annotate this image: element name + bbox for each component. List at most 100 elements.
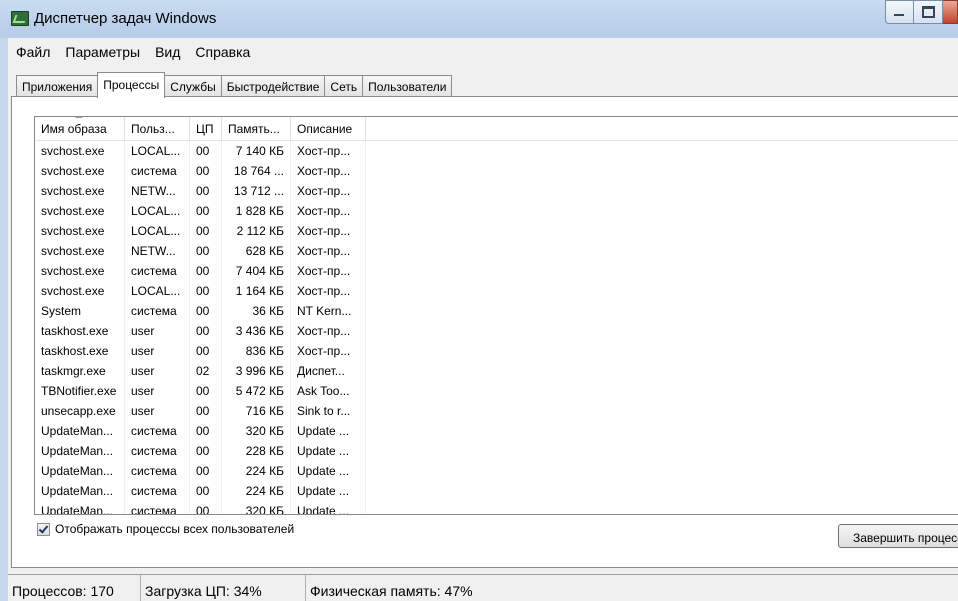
process-description: Sink to r...	[291, 401, 366, 421]
process-name: svchost.exe	[35, 241, 125, 261]
tab-processes[interactable]: Процессы	[97, 72, 166, 98]
process-description: Хост-пр...	[291, 221, 366, 241]
menu-view[interactable]: Вид	[147, 40, 187, 64]
table-row[interactable]: svchost.exe NETW... 00 13 712 ... Хост-пр...	[35, 181, 958, 201]
process-cpu: 02	[190, 361, 222, 381]
table-row[interactable]: taskhost.exe user 00 3 436 КБ Хост-пр...	[35, 321, 958, 341]
process-user: система	[125, 441, 190, 461]
menu-file[interactable]: Файл	[8, 40, 57, 64]
process-cpu: 00	[190, 221, 222, 241]
table-row[interactable]: taskhost.exe user 00 836 КБ Хост-пр...	[35, 341, 958, 361]
column-description[interactable]: Описание	[291, 117, 366, 140]
process-cpu: 00	[190, 341, 222, 361]
task-manager-icon	[11, 11, 29, 26]
process-memory: 628 КБ	[222, 241, 291, 261]
process-user: система	[125, 481, 190, 501]
menu-bar: Файл Параметры Вид Справка	[8, 40, 257, 64]
table-row[interactable]: svchost.exe система 00 7 404 КБ Хост-пр...	[35, 261, 958, 281]
process-cpu: 00	[190, 301, 222, 321]
table-row[interactable]: TBNotifier.exe user 00 5 472 КБ Ask Too...	[35, 381, 958, 401]
column-image-name[interactable]: Имя образа	[35, 117, 125, 140]
process-user: user	[125, 341, 190, 361]
process-user: NETW...	[125, 241, 190, 261]
process-description: Update ...	[291, 501, 366, 514]
process-description: Ask Too...	[291, 381, 366, 401]
tab-networking[interactable]: Сеть	[324, 75, 364, 97]
process-memory: 320 КБ	[222, 421, 291, 441]
process-description: Update ...	[291, 461, 366, 481]
process-list[interactable]: Имя образа Польз... ЦП Память... Описани…	[34, 116, 958, 515]
column-memory[interactable]: Память...	[222, 117, 291, 140]
table-row[interactable]: svchost.exe LOCAL... 00 7 140 КБ Хост-пр...	[35, 141, 958, 161]
process-user: LOCAL...	[125, 141, 190, 161]
table-row[interactable]: UpdateMan... система 00 320 КБ Update ...	[35, 501, 958, 514]
table-row[interactable]: svchost.exe LOCAL... 00 1 828 КБ Хост-пр...	[35, 201, 958, 221]
process-name: svchost.exe	[35, 161, 125, 181]
column-cpu[interactable]: ЦП	[190, 117, 222, 140]
tab-performance[interactable]: Быстродействие	[220, 75, 326, 97]
process-cpu: 00	[190, 241, 222, 261]
process-memory: 836 КБ	[222, 341, 291, 361]
process-user: LOCAL...	[125, 221, 190, 241]
menu-help[interactable]: Справка	[187, 40, 257, 64]
table-row[interactable]: svchost.exe система 00 18 764 ... Хост-пр...	[35, 161, 958, 181]
tab-users[interactable]: Пользователи	[362, 75, 453, 97]
table-row[interactable]: taskmgr.exe user 02 3 996 КБ Диспет...	[35, 361, 958, 381]
tab-applications[interactable]: Приложения	[16, 75, 99, 97]
processes-panel: Имя образа Польз... ЦП Память... Описани…	[11, 96, 958, 568]
sort-arrow-icon	[75, 117, 83, 118]
process-memory: 716 КБ	[222, 401, 291, 421]
process-cpu: 00	[190, 501, 222, 514]
process-name: UpdateMan...	[35, 501, 125, 514]
process-description: Update ...	[291, 421, 366, 441]
table-row[interactable]: UpdateMan... система 00 224 КБ Update ...	[35, 481, 958, 501]
process-name: TBNotifier.exe	[35, 381, 125, 401]
process-cpu: 00	[190, 441, 222, 461]
column-image-name-label: Имя образа	[41, 122, 107, 136]
table-row[interactable]: System система 00 36 КБ NT Kern...	[35, 301, 958, 321]
show-all-users-option[interactable]: Отображать процессы всех пользователей	[37, 522, 294, 536]
process-cpu: 00	[190, 401, 222, 421]
process-user: система	[125, 161, 190, 181]
process-name: taskhost.exe	[35, 321, 125, 341]
process-memory: 36 КБ	[222, 301, 291, 321]
process-user: user	[125, 361, 190, 381]
status-process-count: Процессов: 170	[8, 575, 141, 601]
process-cpu: 00	[190, 181, 222, 201]
process-memory: 18 764 ...	[222, 161, 291, 181]
process-name: svchost.exe	[35, 261, 125, 281]
maximize-button[interactable]	[914, 0, 943, 24]
process-name: svchost.exe	[35, 201, 125, 221]
table-row[interactable]: svchost.exe NETW... 00 628 КБ Хост-пр...	[35, 241, 958, 261]
process-memory: 13 712 ...	[222, 181, 291, 201]
table-row[interactable]: UpdateMan... система 00 320 КБ Update ...	[35, 421, 958, 441]
table-row[interactable]: UpdateMan... система 00 228 КБ Update ...	[35, 441, 958, 461]
tab-services[interactable]: Службы	[164, 75, 222, 97]
process-cpu: 00	[190, 381, 222, 401]
process-description: Хост-пр...	[291, 141, 366, 161]
minimize-button[interactable]	[885, 0, 914, 24]
process-name: svchost.exe	[35, 221, 125, 241]
show-all-users-checkbox[interactable]	[37, 522, 50, 536]
close-button[interactable]	[943, 0, 958, 24]
show-all-users-label[interactable]: Отображать процессы всех пользователей	[55, 522, 294, 536]
status-physical-memory: Физическая память: 47%	[310, 583, 473, 599]
process-name: System	[35, 301, 125, 321]
process-user: NETW...	[125, 181, 190, 201]
process-name: svchost.exe	[35, 281, 125, 301]
process-name: taskmgr.exe	[35, 361, 125, 381]
table-row[interactable]: unsecapp.exe user 00 716 КБ Sink to r...	[35, 401, 958, 421]
table-row[interactable]: svchost.exe LOCAL... 00 2 112 КБ Хост-пр...	[35, 221, 958, 241]
menu-options[interactable]: Параметры	[57, 40, 147, 64]
process-name: taskhost.exe	[35, 341, 125, 361]
end-process-button[interactable]: Завершить процесс	[838, 524, 958, 548]
table-row[interactable]: svchost.exe LOCAL... 00 1 164 КБ Хост-пр...	[35, 281, 958, 301]
process-description: Хост-пр...	[291, 161, 366, 181]
process-name: UpdateMan...	[35, 421, 125, 441]
process-description: NT Kern...	[291, 301, 366, 321]
column-user[interactable]: Польз...	[125, 117, 190, 140]
process-memory: 2 112 КБ	[222, 221, 291, 241]
process-user: user	[125, 381, 190, 401]
process-name: svchost.exe	[35, 181, 125, 201]
table-row[interactable]: UpdateMan... система 00 224 КБ Update ...	[35, 461, 958, 481]
